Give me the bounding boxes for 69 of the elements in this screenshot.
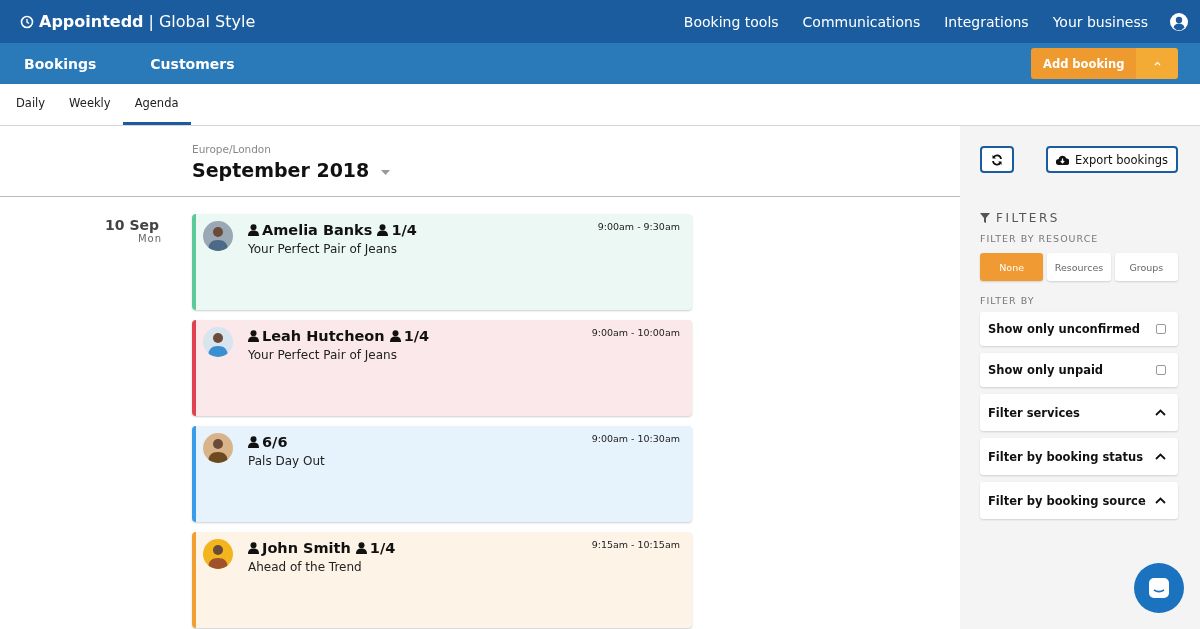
attendee-count: 6/6 (262, 434, 288, 450)
person-icon (389, 330, 401, 342)
nav-link[interactable]: Your business (1052, 13, 1148, 30)
filter-section-label: FILTER BY (980, 295, 1036, 306)
attendee-count: 1/4 (369, 540, 396, 556)
booking-time: 9:00am - 10:30am (591, 433, 680, 446)
customer-name: Amelia Banks (262, 222, 373, 238)
filter-icon (980, 213, 990, 223)
view-tab[interactable]: Agenda (122, 84, 191, 125)
refresh-button[interactable] (980, 146, 1014, 173)
person-icon (248, 330, 259, 342)
filter-section-label: FILTER BY RESOURCE (980, 233, 1100, 244)
customer-name: John Smith (262, 540, 351, 556)
person-icon (248, 436, 259, 448)
person-icon (248, 542, 259, 554)
export-bookings-button[interactable]: Export bookings (1045, 146, 1178, 173)
clock-icon (20, 14, 34, 29)
booking-card[interactable]: Leah Hutcheon 1/4 Your Perfect Pair of Jeans 9:00am - 10:00am (192, 320, 692, 416)
service-name: Your Perfect Pair of Jeans (248, 348, 398, 362)
checkbox[interactable] (1156, 324, 1166, 334)
filter-label: Filter services (988, 405, 1080, 420)
filter-section[interactable]: Filter by booking source (980, 482, 1178, 519)
refresh-icon (991, 153, 1003, 166)
resource-option[interactable]: Resources (1047, 253, 1111, 281)
resource-option[interactable]: Groups (1114, 253, 1178, 281)
customer-name: Leah Hutcheon (262, 328, 385, 344)
person-icon (377, 224, 389, 236)
filter-section[interactable]: Filter by booking status (980, 438, 1178, 475)
filter-label: Filter by booking source (988, 493, 1146, 508)
filter-label: Show only unpaid (988, 363, 1104, 377)
view-tab[interactable]: Daily (4, 84, 58, 125)
chat-icon (1148, 577, 1170, 599)
user-icon[interactable] (1170, 12, 1188, 31)
service-name: Pals Day Out (248, 454, 326, 468)
filter-label: Filter by booking status (988, 449, 1144, 464)
cloud-download-icon (1055, 154, 1069, 165)
booking-time: 9:00am - 9:30am (597, 221, 680, 234)
nav-link[interactable]: Communications (802, 13, 921, 30)
day-weekday: Mon (137, 233, 162, 244)
booking-card[interactable]: John Smith 1/4 Ahead of the Trend 9:15am - 10:15am (192, 532, 692, 628)
person-icon (355, 542, 367, 554)
nav-link[interactable]: Booking tools (683, 13, 779, 30)
filter-section[interactable]: Filter services (980, 394, 1178, 431)
filter-label: Show only unconfirmed (988, 322, 1140, 336)
month-title: September 2018 (192, 159, 370, 181)
section-tab[interactable]: Bookings (24, 55, 97, 72)
caret-icon (1153, 61, 1161, 66)
filters-title: FILTERS (996, 211, 1060, 225)
attendee-count: 1/4 (403, 328, 430, 344)
booking-card[interactable]: Amelia Banks 1/4 Your Perfect Pair of Jeans 9:00am - 9:30am (192, 214, 692, 310)
attendee-count: 1/4 (391, 222, 417, 238)
section-tab[interactable]: Customers (150, 55, 235, 72)
booking-time: 9:00am - 10:00am (591, 327, 680, 340)
service-name: Your Perfect Pair of Jeans (248, 242, 398, 256)
dropdown-caret-icon[interactable] (381, 169, 391, 175)
brand-separator: | (148, 12, 154, 31)
filter-option[interactable]: Show only unconfirmed (980, 312, 1178, 346)
filter-option[interactable]: Show only unpaid (980, 353, 1178, 387)
booking-card[interactable]: 6/6 Pals Day Out 9:00am - 10:30am (192, 426, 692, 522)
view-tab[interactable]: Weekly (57, 84, 123, 125)
day-date: 10 Sep (105, 217, 159, 233)
brand-name: Appointedd (39, 12, 144, 31)
checkbox[interactable] (1156, 365, 1166, 375)
nav-link[interactable]: Integrations (944, 13, 1029, 30)
timezone-label: Europe/London (192, 143, 272, 155)
business-name: Global Style (158, 12, 256, 31)
service-name: Ahead of the Trend (248, 560, 363, 574)
booking-time: 9:15am - 10:15am (591, 539, 680, 552)
person-icon (248, 224, 259, 236)
